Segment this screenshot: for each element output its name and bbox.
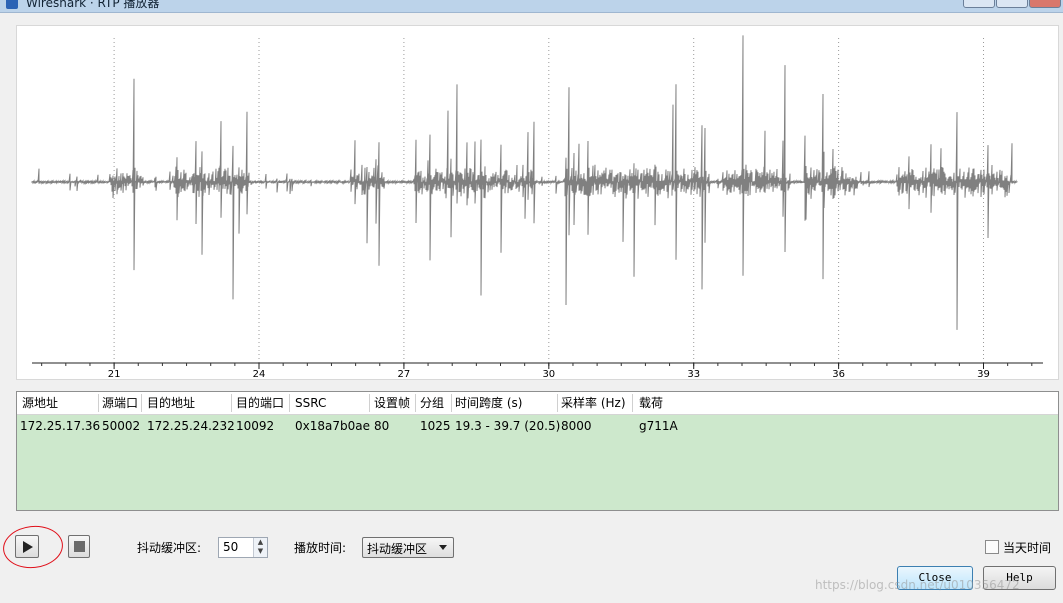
cell-sample-rate: 8000 (561, 419, 592, 433)
playback-time-label: 播放时间: (294, 541, 347, 555)
cell-time-span: 19.3 - 39.7 (20.5) (455, 419, 561, 433)
close-window-button[interactable] (1029, 0, 1061, 8)
jitter-buffer-value: 50 (223, 540, 239, 554)
cell-src-addr: 172.25.17.36 (20, 419, 101, 433)
col-header-ssrc[interactable]: SSRC (295, 392, 326, 414)
realtime-checkbox[interactable] (985, 540, 999, 554)
axis-tick-label: 24 (253, 369, 266, 379)
cell-setup-frame: 80 (374, 419, 390, 433)
playback-time-selected: 抖动缓冲区 (367, 542, 428, 556)
jitter-buffer-spinbox[interactable]: 50 ▲ ▼ (218, 537, 268, 558)
maximize-button[interactable] (996, 0, 1028, 8)
jitter-buffer-label: 抖动缓冲区: (137, 541, 202, 555)
col-header-sample-rate[interactable]: 采样率 (Hz) (561, 392, 626, 414)
col-header-dst-addr[interactable]: 目的地址 (147, 392, 195, 414)
col-header-packets[interactable]: 分组 (420, 392, 444, 414)
spin-arrows-icon[interactable]: ▲ ▼ (253, 538, 267, 557)
cell-dst-addr: 172.25.24.232 (147, 419, 235, 433)
title-bar: Wireshark · RTP 播放器 (0, 0, 1063, 13)
col-header-payload[interactable]: 载荷 (639, 392, 663, 414)
time-axis-ticks: 21 24 27 30 33 36 39 (41, 363, 1033, 379)
window-title: Wireshark · RTP 播放器 (26, 0, 160, 10)
table-row[interactable]: 172.25.17.36 50002 172.25.24.232 10092 0… (17, 415, 1058, 437)
watermark-text: https://blog.csdn.net/u010356472 (815, 578, 1020, 592)
stop-button[interactable] (68, 535, 90, 558)
red-annotation-circle (0, 522, 66, 572)
wireshark-logo-icon (6, 0, 18, 9)
table-header: 源地址 源端口 目的地址 目的端口 SSRC 设置帧 分组 时间跨度 (s) 采… (17, 392, 1058, 415)
col-header-src-port[interactable]: 源端口 (102, 392, 138, 414)
stream-table[interactable]: 源地址 源端口 目的地址 目的端口 SSRC 设置帧 分组 时间跨度 (s) 采… (16, 391, 1059, 511)
realtime-label: 当天时间 (1003, 541, 1052, 555)
cell-packets: 1025 (420, 419, 451, 433)
audio-waveform (31, 35, 1018, 330)
axis-tick-label: 33 (687, 369, 700, 379)
axis-tick-label: 27 (398, 369, 411, 379)
col-header-dst-port[interactable]: 目的端口 (236, 392, 284, 414)
cell-dst-port: 10092 (236, 419, 275, 433)
cell-payload: g711A (639, 419, 678, 433)
col-header-setup-frame[interactable]: 设置帧 (374, 392, 410, 414)
axis-tick-label: 21 (108, 369, 121, 379)
chevron-down-icon (439, 545, 447, 550)
col-header-src-addr[interactable]: 源地址 (22, 392, 58, 414)
waveform-panel[interactable]: 21 24 27 30 33 36 39 (16, 25, 1059, 380)
waveform-trace (31, 35, 1018, 330)
cell-ssrc: 0x18a7b0ae (295, 419, 370, 433)
minimize-button[interactable] (963, 0, 995, 8)
waveform-plot: 21 24 27 30 33 36 39 (31, 35, 1043, 379)
cell-src-port: 50002 (102, 419, 141, 433)
stop-icon (74, 541, 85, 552)
time-gridlines (113, 38, 985, 363)
axis-tick-label: 36 (832, 369, 845, 379)
col-header-time-span[interactable]: 时间跨度 (s) (455, 392, 522, 414)
playback-time-dropdown[interactable]: 抖动缓冲区 (362, 537, 454, 558)
axis-tick-label: 39 (977, 369, 990, 379)
axis-tick-label: 30 (542, 369, 555, 379)
